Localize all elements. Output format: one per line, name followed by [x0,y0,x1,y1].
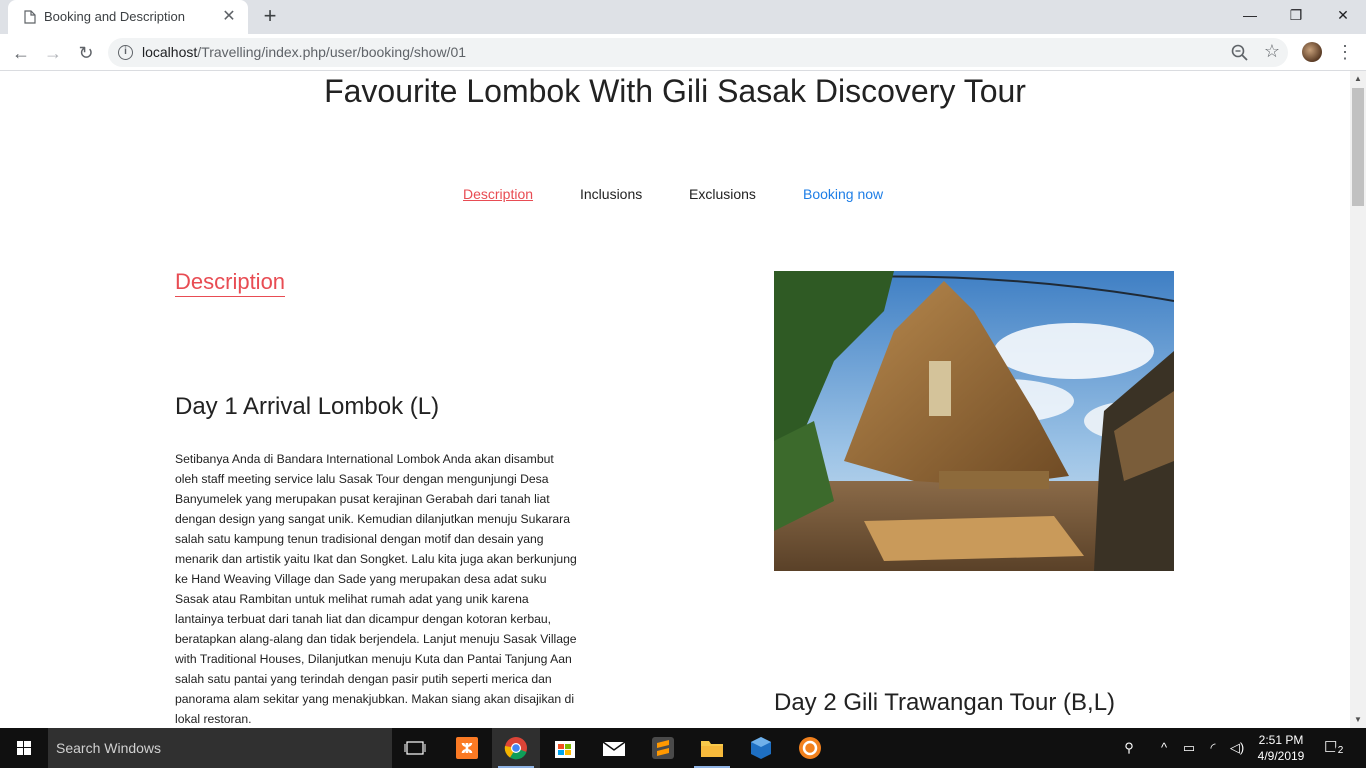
browser-tab-strip: Booking and Description ✕ + — ❐ ✕ [0,0,1366,34]
profile-avatar[interactable] [1302,42,1322,62]
maximize-button[interactable]: ❐ [1273,0,1319,30]
url-host: localhost [142,44,198,60]
bookmark-star-icon[interactable]: ☆ [1262,40,1282,62]
clock[interactable]: 2:51 PM 4/9/2019 [1255,732,1307,764]
notification-count: 2 [1335,745,1346,756]
virtualbox-icon[interactable] [737,728,785,768]
clock-time: 2:51 PM [1258,733,1304,747]
day1-title: Day 1 Arrival Lombok (L) [175,393,440,420]
notification-icon[interactable]: ☐ 2 [1324,739,1346,757]
nav-description-link[interactable]: Description [463,186,533,202]
taskbar-search-placeholder: Search Windows [56,740,162,756]
page-icon [24,10,36,24]
scroll-thumb[interactable] [1352,88,1364,206]
wifi-icon[interactable]: ◜ [1204,739,1222,757]
svg-text:ⵣ: ⵣ [461,741,473,757]
tab-title: Booking and Description [44,9,185,24]
file-explorer-icon[interactable] [688,728,736,768]
store-icon[interactable] [541,728,589,768]
clock-date: 4/9/2019 [1257,749,1305,763]
url-text[interactable]: localhost/Travelling/index.php/user/book… [142,44,466,60]
page-scrollbar[interactable]: ▲ ▼ [1350,71,1366,728]
nav-inclusions-link[interactable]: Inclusions [580,186,642,202]
app-orange-icon[interactable] [786,728,834,768]
task-view-icon[interactable] [392,728,440,768]
info-icon[interactable]: i [118,45,133,60]
mail-icon[interactable] [590,728,638,768]
nav-booking-link[interactable]: Booking now [803,186,883,202]
zoom-icon[interactable] [1230,43,1250,63]
day1-description: Setibanya Anda di Bandara International … [175,452,577,726]
tour-photo [774,271,1174,571]
battery-icon[interactable]: ▭ [1180,739,1198,757]
nav-exclusions-link[interactable]: Exclusions [689,186,756,202]
scroll-down-arrow-icon[interactable]: ▼ [1350,712,1366,728]
windows-taskbar: Search Windows ⵣ ⚲ ^ ▭ ◜ ◁) 2:51 PM 4/9/… [0,728,1366,768]
browser-toolbar: ← → ↻ i localhost/Travelling/index.php/u… [0,34,1366,71]
url-path: /Travelling/index.php/user/booking/show/… [197,44,467,60]
chevron-up-icon[interactable]: ^ [1155,739,1173,757]
windows-start-icon[interactable] [0,728,48,768]
address-bar[interactable]: i localhost/Travelling/index.php/user/bo… [108,38,1288,67]
kebab-menu-icon[interactable]: ⋮ [1336,42,1354,62]
sublime-text-icon[interactable] [639,728,687,768]
reload-icon[interactable]: ↻ [73,40,99,66]
new-tab-button[interactable]: + [258,5,282,29]
page-viewport: Favourite Lombok With Gili Sasak Discove… [0,71,1350,728]
page-title: Favourite Lombok With Gili Sasak Discove… [324,73,1026,109]
scroll-up-arrow-icon[interactable]: ▲ [1350,71,1366,87]
people-icon[interactable]: ⚲ [1120,739,1138,757]
taskbar-search-box[interactable]: Search Windows [48,728,392,768]
section-heading: Description [175,269,286,297]
tab-close-icon[interactable]: ✕ [220,8,238,26]
minimize-button[interactable]: — [1227,0,1273,30]
back-arrow-icon[interactable]: ← [8,40,34,66]
volume-icon[interactable]: ◁) [1228,739,1246,757]
day2-title: Day 2 Gili Trawangan Tour (B,L) [774,689,1116,716]
forward-arrow-icon[interactable]: → [40,40,66,66]
browser-tab[interactable]: Booking and Description ✕ [8,0,248,34]
xampp-icon[interactable]: ⵣ [443,728,491,768]
chrome-icon[interactable] [492,728,540,768]
close-window-button[interactable]: ✕ [1320,0,1366,30]
